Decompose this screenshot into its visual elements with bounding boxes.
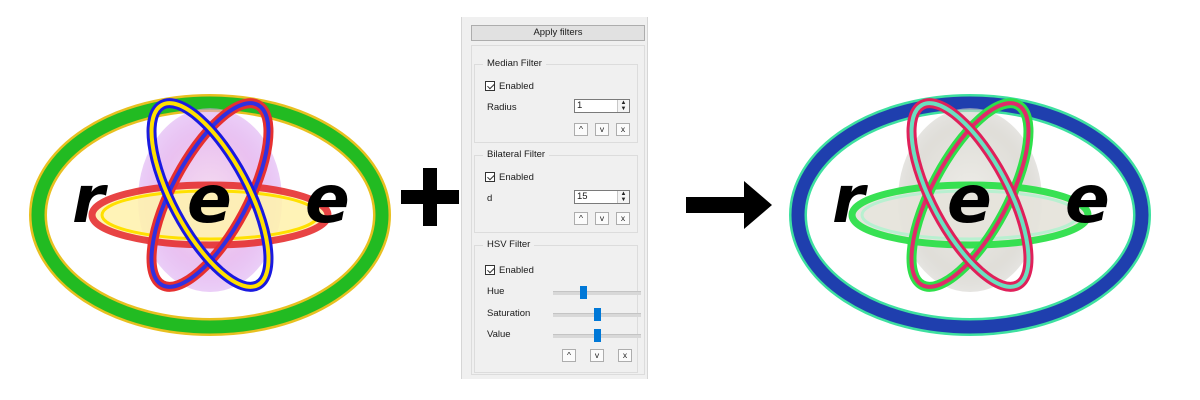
median-radius-label: Radius <box>487 102 517 113</box>
median-enabled-toggle[interactable]: Enabled <box>485 80 534 92</box>
hsv-enabled-checkbox[interactable] <box>485 265 495 275</box>
bilateral-filter-title: Bilateral Filter <box>483 149 550 160</box>
plus-operator-icon <box>401 168 459 226</box>
bilateral-d-value: 15 <box>577 191 588 202</box>
hsv-filter-title: HSV Filter <box>483 239 535 250</box>
bilateral-filter-group: Bilateral Filter Enabled d 15 ▲ ▼ ^ v x <box>474 149 638 233</box>
output-letter-e-center: e <box>947 161 992 238</box>
bilateral-remove-button[interactable]: x <box>616 212 630 225</box>
median-move-down-button[interactable]: v <box>595 123 609 136</box>
saturation-slider[interactable] <box>553 308 641 321</box>
apply-filters-button[interactable]: Apply filters <box>471 25 645 41</box>
median-radius-spinbox[interactable]: 1 ▲ ▼ <box>574 99 630 113</box>
saturation-label: Saturation <box>487 308 531 319</box>
output-logo-image: r e e <box>789 94 1151 336</box>
input-letter-r: r <box>72 161 108 238</box>
hue-label: Hue <box>487 286 505 297</box>
median-enabled-label: Enabled <box>499 80 534 92</box>
input-letter-e-center: e <box>187 161 232 238</box>
hue-slider[interactable] <box>553 286 641 299</box>
bilateral-enabled-label: Enabled <box>499 171 534 183</box>
median-move-up-button[interactable]: ^ <box>574 123 588 136</box>
value-label: Value <box>487 329 511 340</box>
hsv-enabled-label: Enabled <box>499 264 534 276</box>
input-letter-e-right: e <box>305 161 350 238</box>
saturation-slider-thumb[interactable] <box>594 308 601 321</box>
hsv-filter-group: HSV Filter Enabled Hue Saturation Value … <box>474 239 641 373</box>
value-slider[interactable] <box>553 329 641 342</box>
hue-slider-thumb[interactable] <box>580 286 587 299</box>
output-letter-e-right: e <box>1065 161 1110 238</box>
hsv-move-up-button[interactable]: ^ <box>562 349 576 362</box>
hsv-move-down-button[interactable]: v <box>590 349 604 362</box>
bilateral-enabled-checkbox[interactable] <box>485 172 495 182</box>
median-filter-group: Median Filter Enabled Radius 1 ▲ ▼ ^ v x <box>474 58 638 143</box>
median-radius-value: 1 <box>577 100 583 111</box>
hsv-remove-button[interactable]: x <box>618 349 632 362</box>
value-slider-thumb[interactable] <box>594 329 601 342</box>
spin-arrows-icon[interactable]: ▲ ▼ <box>617 100 629 112</box>
bilateral-move-up-button[interactable]: ^ <box>574 212 588 225</box>
bilateral-enabled-toggle[interactable]: Enabled <box>485 171 534 183</box>
filter-panel: Apply filters Median Filter Enabled Radi… <box>461 17 648 379</box>
bilateral-d-spinbox[interactable]: 15 ▲ ▼ <box>574 190 630 204</box>
output-letter-r: r <box>832 161 868 238</box>
median-remove-button[interactable]: x <box>616 123 630 136</box>
median-filter-title: Median Filter <box>483 58 546 69</box>
spin-arrows-icon[interactable]: ▲ ▼ <box>617 191 629 203</box>
arrow-right-icon <box>686 181 772 229</box>
input-logo-image: r e e <box>29 94 391 336</box>
hsv-enabled-toggle[interactable]: Enabled <box>485 264 534 276</box>
bilateral-move-down-button[interactable]: v <box>595 212 609 225</box>
median-enabled-checkbox[interactable] <box>485 81 495 91</box>
bilateral-d-label: d <box>487 193 493 204</box>
